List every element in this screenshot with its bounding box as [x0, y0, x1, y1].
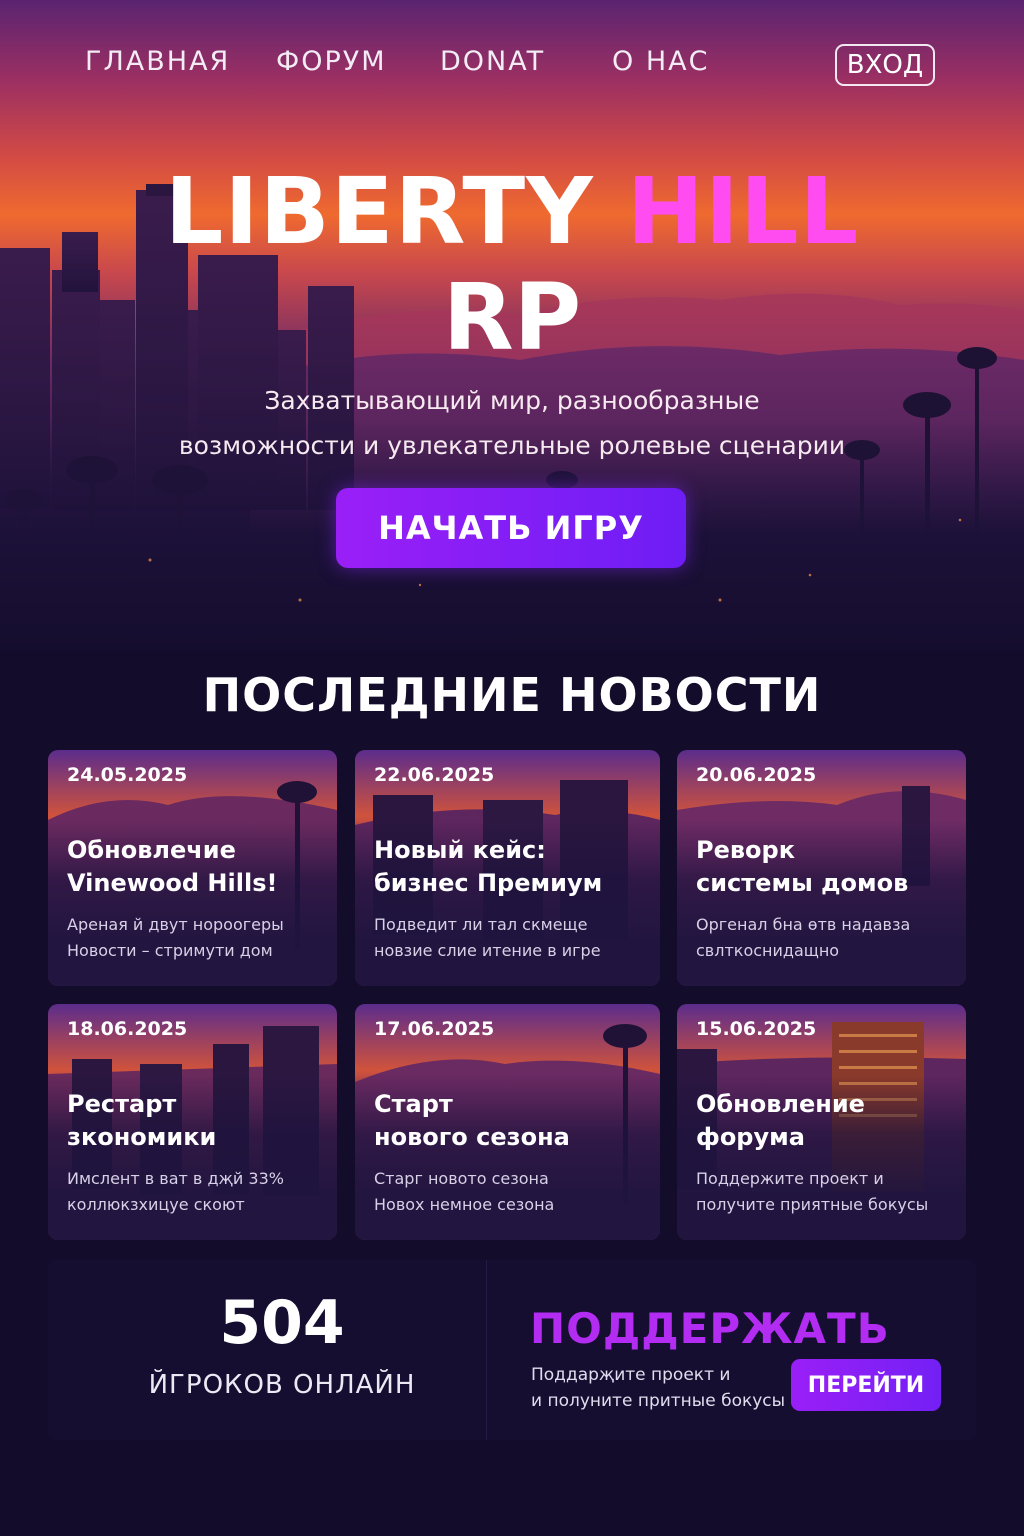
- online-count: 504: [219, 1288, 345, 1358]
- support-title: ПОДДЕРЖАТЬ: [530, 1304, 890, 1353]
- news-desc-line: новзие слие итение в игре: [374, 941, 601, 960]
- nav-link-donat[interactable]: DONAT: [440, 46, 545, 77]
- news-description: Имслент в ват в дҗй 33% коллюкзхицуе скою…: [67, 1166, 329, 1218]
- news-card[interactable]: 24.05.2025 Обновлечие Vinewood Hills! Арена…: [48, 750, 337, 986]
- news-description: Старг новото сезона Новох немное сезона: [374, 1166, 636, 1218]
- news-card[interactable]: 22.06.2025 Новый кейс: бизнес Премиум Подве…: [355, 750, 660, 986]
- hero-section: ГЛАВНАЯ ФОРУМ DONAT О НАС ВХОД LIBERTY H…: [0, 0, 1024, 650]
- login-button[interactable]: ВХОД: [835, 44, 935, 86]
- tagline-line: Захватывающий мир, разнообразные: [264, 386, 760, 415]
- news-desc-line: Новох немное сезона: [374, 1195, 555, 1214]
- news-date: 18.06.2025: [67, 1018, 188, 1040]
- news-desc-line: Имслент в ват в дҗй 33%: [67, 1169, 284, 1188]
- news-title-line: форума: [696, 1123, 805, 1151]
- tagline-line: возможности и увлекательные ролевые сцен…: [178, 431, 846, 460]
- hero-tagline: Захватывающий мир, разнообразные возможн…: [140, 378, 884, 468]
- news-desc-line: свлткоснидащно: [696, 941, 840, 960]
- news-description: Подведит ли тал скмеще новзие слие итение…: [374, 912, 636, 964]
- news-title-line: Реворк: [696, 836, 796, 864]
- news-desc-line: получите приятные бокусы: [696, 1195, 929, 1214]
- news-desc-line: Новости – стримути дом: [67, 941, 273, 960]
- news-desc-line: Подведит ли тал скмеще: [374, 915, 588, 934]
- support-desc-line: Поддарҗите проект и: [531, 1365, 731, 1385]
- news-title: Новый кейс: бизнес Премиум: [374, 834, 636, 900]
- start-game-button[interactable]: НАЧАТЬ ИГРУ: [336, 488, 686, 568]
- news-date: 15.06.2025: [696, 1018, 817, 1040]
- news-date: 20.06.2025: [696, 764, 817, 786]
- news-card[interactable]: 17.06.2025 Старт нового сезона Старг новото…: [355, 1004, 660, 1240]
- news-desc-line: Ареная й двут нороогеры: [67, 915, 284, 934]
- news-description: Оргенал бна өтв надавза свлткоснидащно: [696, 912, 958, 964]
- news-description: Поддержите проект и получите приятные бок…: [696, 1166, 958, 1218]
- nav-link-about[interactable]: О НАС: [612, 46, 709, 77]
- news-title-line: нового сезона: [374, 1123, 570, 1151]
- news-title-line: Старт: [374, 1090, 453, 1118]
- news-desc-line: Поддержите проект и: [696, 1169, 884, 1188]
- news-date: 17.06.2025: [374, 1018, 495, 1040]
- news-title: Рестарт зкономики: [67, 1088, 329, 1154]
- site-title: LIBERTY HILL: [0, 160, 1024, 264]
- go-button[interactable]: ПЕРЕЙТИ: [791, 1359, 941, 1411]
- news-title: Реворк системы домов: [696, 834, 958, 900]
- title-accent: HILL: [626, 158, 860, 265]
- news-title-line: Обновлечие: [67, 836, 236, 864]
- online-label: ЙГРОКОВ ОНЛАЙН: [148, 1370, 416, 1400]
- news-title-line: Vinewood Hills!: [67, 869, 278, 897]
- title-main: LIBERTY: [164, 158, 594, 265]
- news-desc-line: коллюкзхицуе скоют: [67, 1195, 245, 1214]
- news-title-line: системы домов: [696, 869, 909, 897]
- support-description: Поддарҗите проект и и полуните притные б…: [531, 1362, 791, 1414]
- news-title-line: Обновление: [696, 1090, 865, 1118]
- news-title-line: зкономики: [67, 1123, 217, 1151]
- news-title: Обновление форума: [696, 1088, 958, 1154]
- news-title: Обновлечие Vinewood Hills!: [67, 834, 329, 900]
- nav-link-forum[interactable]: ФОРУМ: [276, 46, 387, 77]
- news-desc-line: Старг новото сезона: [374, 1169, 549, 1188]
- news-desc-line: Оргенал бна өтв надавза: [696, 915, 911, 934]
- top-navigation: ГЛАВНАЯ ФОРУМ DONAT О НАС ВХОД: [0, 0, 1024, 120]
- news-title-line: Рестарт: [67, 1090, 177, 1118]
- nav-link-home[interactable]: ГЛАВНАЯ: [85, 46, 230, 77]
- news-description: Ареная й двут нороогеры Новости – стримут…: [67, 912, 329, 964]
- stats-panel: 504 ЙГРОКОВ ОНЛАЙН ПОДДЕРЖАТЬ Поддарҗите…: [48, 1260, 976, 1440]
- news-date: 24.05.2025: [67, 764, 188, 786]
- title-suffix: RP: [442, 264, 582, 371]
- news-card[interactable]: 20.06.2025 Реворк системы домов Оргенал бна…: [677, 750, 966, 986]
- news-title: Старт нового сезона: [374, 1088, 636, 1154]
- news-card[interactable]: 15.06.2025 Обновление форума Поддержите про…: [677, 1004, 966, 1240]
- news-date: 22.06.2025: [374, 764, 495, 786]
- support-desc-line: и полуните притные бокусы: [531, 1391, 786, 1411]
- news-heading: ПОСЛЕДНИЕ НОВОСТИ: [202, 668, 822, 722]
- news-card[interactable]: 18.06.2025 Рестарт зкономики Имслент в ват …: [48, 1004, 337, 1240]
- news-title-line: Новый кейс:: [374, 836, 546, 864]
- news-title-line: бизнес Премиум: [374, 869, 603, 897]
